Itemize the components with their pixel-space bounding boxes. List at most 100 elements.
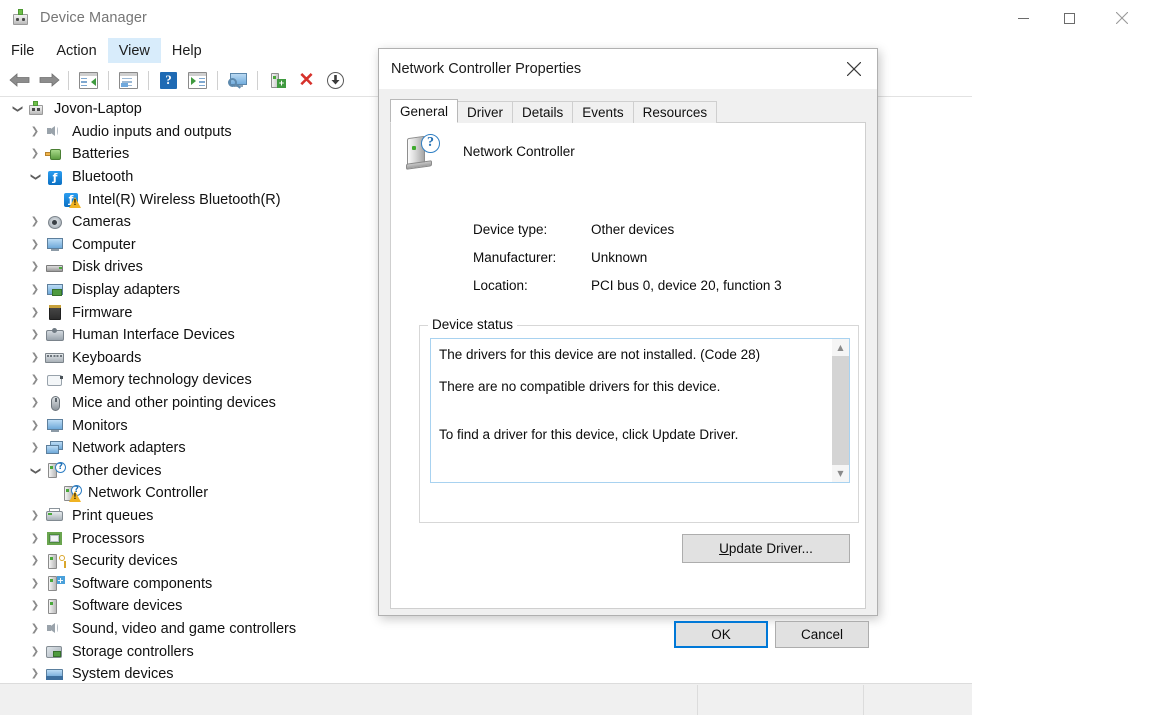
device-status-legend: Device status [428, 317, 518, 332]
property-row: Device type: Other devices [473, 215, 782, 243]
chevron-right-icon[interactable]: ❯ [26, 533, 44, 544]
tree-item-label: Print queues [72, 507, 154, 524]
chevron-right-icon[interactable]: ❯ [26, 352, 44, 363]
chevron-right-icon[interactable]: ❯ [26, 375, 44, 385]
toolbar-separator [68, 70, 69, 90]
toolbar-separator [217, 70, 218, 90]
close-icon[interactable] [1092, 0, 1152, 36]
device-type-label: Device type: [473, 221, 548, 237]
forward-icon[interactable] [34, 67, 63, 94]
chevron-right-icon[interactable]: ❯ [26, 556, 44, 566]
chevron-right-icon[interactable]: ❯ [26, 262, 44, 272]
status-line-1: The drivers for this device are not inst… [439, 347, 761, 362]
window-titlebar: Device Manager [0, 0, 1152, 36]
dialog-tabstrip: General Driver Details Events Resources [390, 99, 718, 123]
status-line-2: There are no compatible drivers for this… [439, 379, 721, 395]
chevron-right-icon[interactable]: ❯ [26, 398, 44, 408]
toolbar-separator [108, 70, 109, 90]
mouse-icon [44, 395, 66, 412]
monitor-icon [44, 417, 66, 434]
tree-item-label: Firmware [72, 304, 133, 321]
chevron-right-icon[interactable]: ❯ [26, 601, 44, 611]
chevron-down-icon[interactable]: ❯ [12, 100, 23, 118]
tree-item-label: Keyboards [72, 349, 142, 366]
tree-item-label: Computer [72, 236, 136, 253]
scan-hardware-changes-icon[interactable] [223, 67, 252, 94]
manufacturer-value: Unknown [591, 249, 648, 265]
menu-help[interactable]: Help [161, 38, 213, 63]
show-hide-console-tree-icon[interactable] [74, 67, 103, 94]
tab-driver[interactable]: Driver [457, 101, 514, 123]
disable-device-icon[interactable] [321, 67, 350, 94]
minimize-icon[interactable] [1000, 0, 1046, 36]
chevron-down-icon[interactable]: ❯ [30, 168, 41, 186]
scrollbar-thumb[interactable] [832, 356, 849, 465]
tree-item-system-devices[interactable]: ❯ System devices [0, 663, 950, 682]
tree-item-label: Intel(R) Wireless Bluetooth(R) [88, 191, 281, 208]
chevron-right-icon[interactable]: ❯ [26, 623, 44, 634]
enable-device-icon[interactable]: + [263, 67, 292, 94]
printer-icon [44, 507, 66, 524]
tree-item-label: Jovon-Laptop [54, 101, 142, 118]
device-status-scrollbar[interactable]: ▲ ▼ [832, 339, 849, 482]
tab-details[interactable]: Details [512, 101, 574, 123]
update-driver-button[interactable]: Update Driver... [682, 534, 850, 563]
device-manager-window: Device Manager File Action View Help ? +… [0, 0, 1152, 715]
chevron-right-icon[interactable]: ❯ [26, 510, 44, 521]
chevron-right-icon[interactable]: ❯ [26, 217, 44, 227]
menu-file[interactable]: File [0, 38, 45, 63]
tree-item-label: Human Interface Devices [72, 327, 235, 344]
tab-general[interactable]: General [390, 99, 459, 123]
chevron-right-icon[interactable]: ❯ [26, 149, 44, 159]
update-driver-icon[interactable] [183, 67, 212, 94]
chevron-right-icon[interactable]: ❯ [26, 578, 44, 589]
security-device-icon [44, 553, 66, 570]
properties-icon[interactable] [114, 67, 143, 94]
chevron-right-icon[interactable]: ❯ [26, 669, 44, 679]
tree-item-label: Security devices [72, 553, 178, 570]
ok-button[interactable]: OK [674, 621, 768, 648]
window-right-filler [972, 36, 1152, 683]
menu-action[interactable]: Action [45, 38, 107, 63]
device-properties: Device type: Other devices Manufacturer:… [473, 215, 782, 299]
chevron-down-icon[interactable]: ▼ [832, 465, 849, 482]
back-icon[interactable] [5, 67, 34, 94]
storage-controller-icon [44, 643, 66, 660]
tree-item-label: Network Controller [88, 485, 209, 502]
chevron-right-icon[interactable]: ❯ [26, 420, 44, 431]
help-icon[interactable]: ? [154, 67, 183, 94]
maximize-icon[interactable] [1046, 0, 1092, 36]
menu-view[interactable]: View [107, 38, 161, 63]
device-status-textbox[interactable]: The drivers for this device are not inst… [430, 338, 850, 483]
chevron-right-icon[interactable]: ❯ [26, 330, 44, 340]
chevron-right-icon[interactable]: ❯ [26, 285, 44, 295]
toolbar-separator [148, 70, 149, 90]
chevron-up-icon[interactable]: ▲ [832, 339, 849, 356]
chevron-right-icon[interactable]: ❯ [26, 443, 44, 453]
tree-item-label: System devices [72, 666, 174, 682]
system-device-icon [44, 666, 66, 682]
tree-item-label: Network adapters [72, 440, 186, 457]
close-icon[interactable] [831, 49, 877, 89]
chevron-right-icon[interactable]: ❯ [26, 126, 44, 137]
property-row: Manufacturer: Unknown [473, 243, 782, 271]
processor-icon [44, 530, 66, 547]
uninstall-device-icon[interactable]: ✕ [292, 67, 321, 94]
chevron-down-icon[interactable]: ❯ [30, 462, 41, 480]
disk-drive-icon [44, 259, 66, 276]
window-controls [1000, 0, 1152, 36]
memory-icon [44, 372, 66, 389]
tab-resources[interactable]: Resources [632, 101, 718, 123]
tree-item-label: Processors [72, 530, 145, 547]
window-title: Device Manager [40, 10, 147, 26]
unknown-device-icon: ? [405, 133, 441, 170]
network-adapter-icon [44, 440, 66, 457]
tree-item-label: Batteries [72, 146, 130, 163]
statusbar-divider [697, 685, 698, 715]
chevron-right-icon[interactable]: ❯ [26, 307, 44, 318]
tab-events[interactable]: Events [572, 101, 634, 123]
speaker-icon [44, 620, 66, 637]
cancel-button[interactable]: Cancel [775, 621, 869, 648]
chevron-right-icon[interactable]: ❯ [26, 646, 44, 657]
chevron-right-icon[interactable]: ❯ [26, 239, 44, 250]
